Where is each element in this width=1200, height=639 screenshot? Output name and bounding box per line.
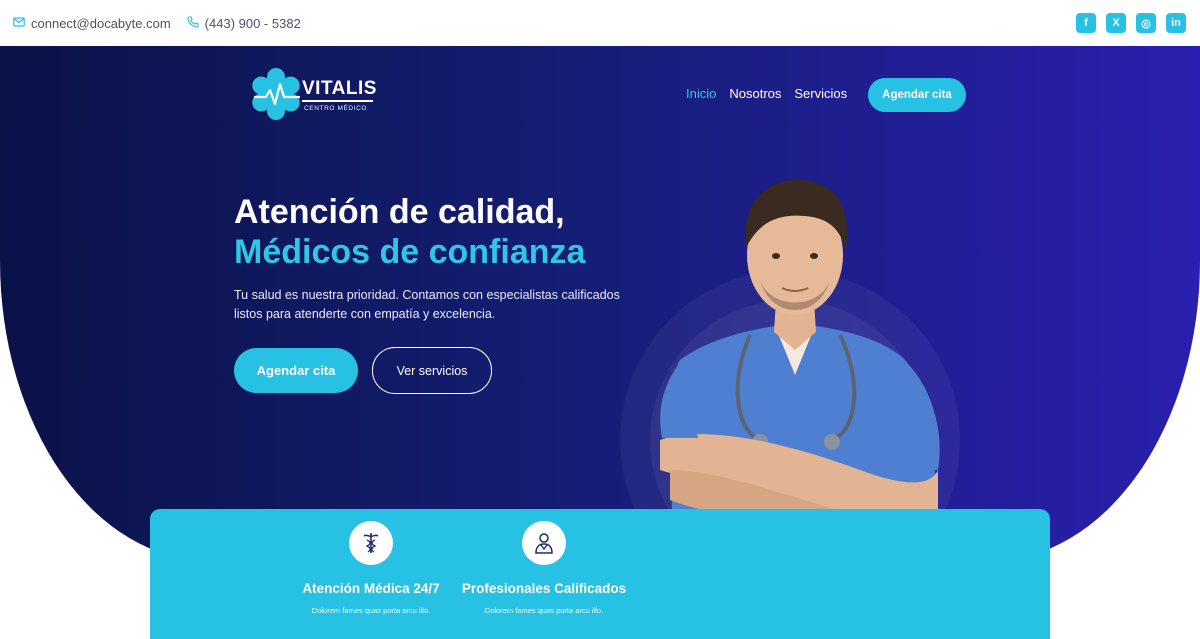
view-services-button[interactable]: Ver servicios — [372, 347, 492, 394]
hero-subtitle: Tu salud es nuestra prioridad. Contamos … — [234, 288, 620, 321]
social-links: f X ◎ in — [1076, 13, 1186, 33]
logo-underline — [302, 100, 373, 102]
nav-item-servicios[interactable]: Servicios — [794, 86, 847, 101]
caduceus-icon — [349, 521, 393, 565]
top-bar: connect@docabyte.com (443) 900 - 5382 f … — [0, 0, 1200, 46]
mail-icon — [13, 16, 25, 31]
contact-info: connect@docabyte.com (443) 900 - 5382 — [13, 16, 301, 31]
email-link[interactable]: connect@docabyte.com — [13, 16, 171, 31]
hero-title: Atención de calidad, Médicos de confianz… — [234, 192, 585, 272]
brand-name: VITALIS — [302, 78, 377, 99]
nav-appointment-button[interactable]: Agendar cita — [868, 78, 966, 112]
phone-icon — [187, 15, 199, 31]
nav-item-nosotros[interactable]: Nosotros — [729, 86, 781, 101]
feature-text: Dolorem fames quas porta arcu illo. — [484, 606, 604, 615]
phone-text: (443) 900 - 5382 — [204, 15, 301, 31]
logo-text: VITALIS CENTRO MÉDICO — [302, 79, 377, 112]
brand-logo[interactable]: VITALIS CENTRO MÉDICO — [250, 68, 376, 120]
feature-title: Profesionales Calificados — [461, 581, 627, 596]
phone-link[interactable]: (443) 900 - 5382 — [187, 16, 301, 31]
feature-card: Atención Médica 24/7 Dolorem fames quas … — [281, 521, 461, 615]
hero-appointment-button[interactable]: Agendar cita — [234, 348, 358, 393]
x-twitter-icon[interactable]: X — [1106, 13, 1126, 33]
nav-item-inicio[interactable]: Inicio — [686, 86, 716, 101]
features-band: Atención Médica 24/7 Dolorem fames quas … — [150, 509, 1050, 639]
main-nav: Inicio Nosotros Servicios — [686, 86, 847, 101]
linkedin-icon[interactable]: in — [1166, 13, 1186, 33]
hero-title-line1: Atención de calidad, — [234, 193, 565, 231]
brand-tagline: CENTRO MÉDICO — [304, 104, 368, 112]
hero-title-line2: Médicos de confianza — [234, 233, 586, 271]
facebook-icon[interactable]: f — [1076, 13, 1096, 33]
email-text: connect@docabyte.com — [31, 15, 171, 31]
feature-text: Dolorem fames quas porta arcu illo. — [311, 606, 431, 615]
medical-cross-logo-icon — [252, 68, 300, 120]
feature-title: Atención Médica 24/7 — [302, 581, 440, 596]
feature-card: Profesionales Calificados Dolorem fames … — [454, 521, 634, 615]
doctor-icon — [522, 521, 566, 565]
instagram-icon[interactable]: ◎ — [1136, 13, 1156, 33]
